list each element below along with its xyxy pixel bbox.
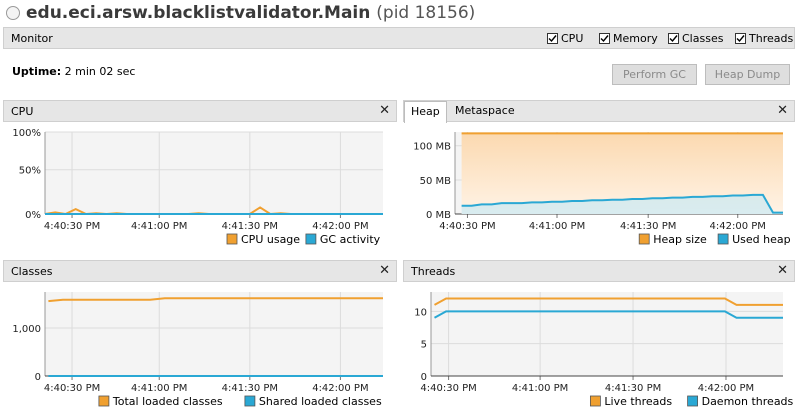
legend-label: Used heap (732, 233, 791, 246)
legend-label: Daemon threads (702, 395, 794, 408)
legend-swatch (687, 395, 699, 407)
y-tick-label: 10 (414, 307, 427, 318)
x-tick-label: 4:40:30 PM (44, 383, 100, 394)
y-tick-label: 1,000 (12, 324, 41, 335)
checkbox-checked-icon (735, 33, 746, 44)
x-tick-label: 4:41:00 PM (131, 221, 187, 232)
heap-panel-header: Heap Metaspace ✕ (403, 100, 795, 123)
y-tick-label: 0 MB (426, 210, 451, 221)
threads-checkbox[interactable]: Threads (735, 32, 793, 46)
classes-checkbox[interactable]: Classes (668, 32, 723, 46)
x-tick-label: 4:40:30 PM (420, 383, 476, 394)
y-tick-label: 50 MB (420, 176, 452, 187)
checkbox-checked-icon (547, 33, 558, 44)
classes-panel: Classes ✕ 4:40:30 PM 4:41:00 PM 4:41:30 PM… (3, 260, 397, 415)
threads-panel-header: Threads ✕ (403, 260, 795, 282)
monitor-label: Monitor (11, 32, 53, 45)
legend-swatch (98, 395, 110, 407)
threads-checkbox-label: Threads (749, 32, 794, 45)
app-name: edu.eci.arsw.blacklistvalidator.Main (26, 3, 371, 23)
y-tick-label: 5 (421, 340, 427, 351)
legend-swatch (226, 233, 238, 245)
cpu-panel-title: CPU (11, 105, 34, 118)
legend-label: GC activity (320, 233, 381, 246)
legend-label: Total loaded classes (112, 395, 223, 408)
plot-area (431, 292, 783, 376)
monitor-bar: Monitor CPU Memory Classes Threads (3, 27, 795, 49)
cpu-checkbox[interactable]: CPU (547, 32, 583, 46)
perform-gc-button[interactable]: Perform GC (612, 64, 697, 85)
legend-swatch (717, 233, 729, 245)
legend-label: Live threads (604, 395, 672, 408)
app-icon (6, 6, 20, 20)
threads-panel-title: Threads (411, 265, 456, 278)
uptime-value: 2 min 02 sec (64, 65, 136, 78)
x-tick-label: 4:41:30 PM (222, 221, 278, 232)
x-tick-label: 4:42:00 PM (312, 221, 368, 232)
legend-label: Heap size (653, 233, 707, 246)
close-icon[interactable]: ✕ (777, 103, 788, 118)
window-title: edu.eci.arsw.blacklistvalidator.Main (pi… (26, 3, 475, 23)
classes-panel-title: Classes (11, 265, 53, 278)
legend-swatch (638, 233, 650, 245)
threads-panel: Threads ✕ 4:40:30 PM 4:41:00 PM 4:41:30 PM… (403, 260, 795, 415)
checkbox-checked-icon (599, 33, 610, 44)
x-tick-label: 4:41:00 PM (512, 383, 568, 394)
cpu-checkbox-label: CPU (561, 32, 584, 45)
window-titlebar: edu.eci.arsw.blacklistvalidator.Main (pi… (0, 0, 798, 26)
legend-label: Shared loaded classes (259, 395, 382, 408)
cpu-chart: 4:40:30 PM 4:41:00 PM 4:41:30 PM 4:42:00 PM… (12, 128, 383, 246)
legend-swatch (244, 395, 256, 407)
plot-area (45, 132, 383, 214)
x-tick-label: 4:41:00 PM (529, 221, 585, 232)
classes-checkbox-label: Classes (682, 32, 724, 45)
classes-panel-header: Classes ✕ (3, 260, 397, 282)
close-icon[interactable]: ✕ (379, 103, 390, 118)
checkbox-checked-icon (668, 33, 679, 44)
close-icon[interactable]: ✕ (777, 263, 788, 278)
x-tick-label: 4:40:30 PM (44, 221, 100, 232)
uptime: Uptime: 2 min 02 sec (12, 65, 135, 78)
tab-heap[interactable]: Heap (404, 101, 447, 123)
y-tick-label: 0 (421, 372, 427, 383)
legend-label: CPU usage (241, 233, 300, 246)
plot-area (45, 292, 383, 376)
close-icon[interactable]: ✕ (379, 263, 390, 278)
x-tick-label: 4:41:30 PM (620, 221, 676, 232)
uptime-label: Uptime: (12, 65, 62, 78)
x-tick-label: 4:42:00 PM (698, 383, 754, 394)
threads-chart: 4:40:30 PM 4:41:00 PM 4:41:30 PM 4:42:00 PM… (414, 292, 794, 408)
x-tick-label: 4:41:30 PM (222, 383, 278, 394)
heap-chart: 4:40:30 PM 4:41:00 PM 4:41:30 PM 4:42:00 PM… (413, 132, 791, 246)
y-tick-label: 50% (19, 166, 41, 177)
tab-metaspace[interactable]: Metaspace (449, 101, 521, 123)
y-tick-label: 100% (12, 128, 41, 139)
classes-chart: 4:40:30 PM 4:41:00 PM 4:41:30 PM 4:42:00 PM… (12, 292, 383, 408)
cpu-panel: CPU ✕ 4:40:30 PM 4:41:00 PM 4:41:30 PM 4:42… (3, 100, 397, 252)
memory-checkbox-label: Memory (613, 32, 658, 45)
legend-swatch (305, 233, 317, 245)
y-tick-label: 0 (35, 372, 41, 383)
x-tick-label: 4:40:30 PM (439, 221, 495, 232)
x-tick-label: 4:41:30 PM (605, 383, 661, 394)
cpu-panel-header: CPU ✕ (3, 100, 397, 122)
process-id: (pid 18156) (376, 3, 476, 23)
x-tick-label: 4:42:00 PM (312, 383, 368, 394)
heap-dump-button[interactable]: Heap Dump (705, 64, 790, 85)
heap-panel: Heap Metaspace ✕ 4:40:30 PM 4:41:00 PM 4:4… (403, 100, 795, 252)
y-tick-label: 0% (25, 210, 41, 221)
legend-swatch (589, 395, 601, 407)
y-tick-label: 100 MB (413, 142, 451, 153)
x-tick-label: 4:41:00 PM (131, 383, 187, 394)
memory-checkbox[interactable]: Memory (599, 32, 658, 46)
x-tick-label: 4:42:00 PM (710, 221, 766, 232)
